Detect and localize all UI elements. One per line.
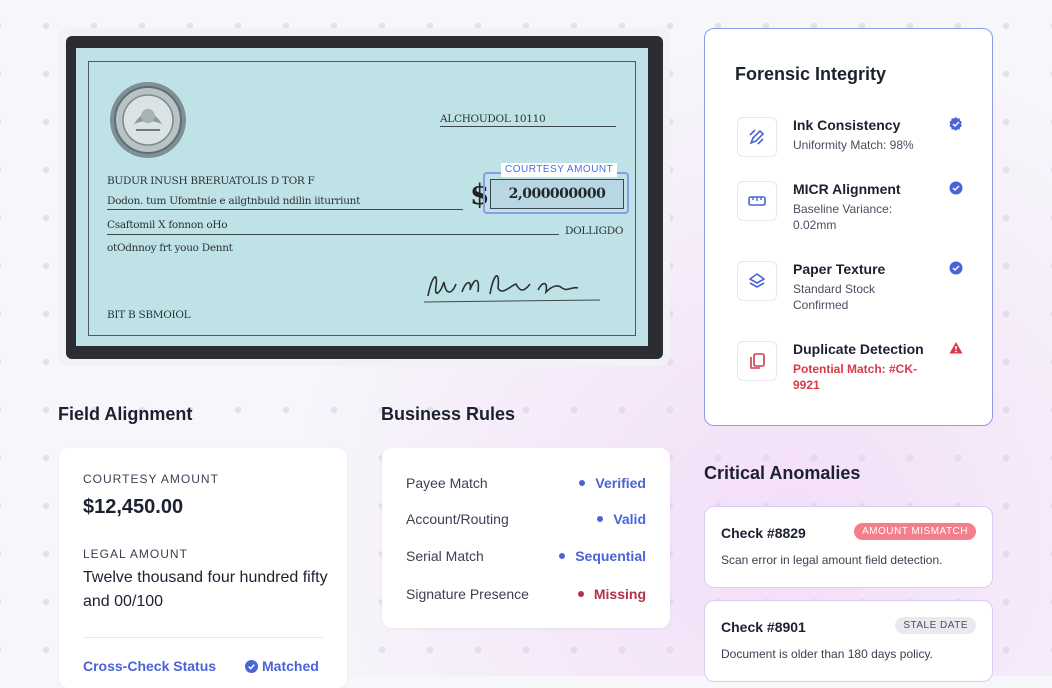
rule-status-text: Valid xyxy=(613,511,646,527)
rule-status-text: Sequential xyxy=(575,548,646,564)
rule-label: Payee Match xyxy=(406,475,488,491)
forensic-item-title: Ink Consistency xyxy=(793,117,901,133)
rule-row-payee-match: Payee Match Verified xyxy=(406,473,646,493)
forensic-item-title: Duplicate Detection xyxy=(793,341,924,357)
copy-icon xyxy=(737,341,777,381)
rule-status-text: Verified xyxy=(595,475,646,491)
forensic-item-subtitle: Baseline Variance: 0.02mm xyxy=(793,202,893,232)
field-alignment-title: Field Alignment xyxy=(58,404,193,424)
amount-mismatch-badge: AMOUNT MISMATCH xyxy=(853,523,976,540)
rule-row-signature-presence: Signature Presence Missing xyxy=(406,584,646,604)
courtesy-amount-tag: COURTESY AMOUNT xyxy=(501,163,618,177)
ruler-icon xyxy=(737,181,777,221)
rule-label: Account/Routing xyxy=(406,511,509,527)
signature-image xyxy=(423,275,601,303)
check-date-line xyxy=(440,126,616,127)
check-payer-line: BUDUR INUSH BRERUATOLIS D TOR F xyxy=(107,175,315,187)
rule-status: Sequential xyxy=(559,548,646,564)
legal-amount-value: Twelve thousand four hundred fifty and 0… xyxy=(83,569,328,610)
forensic-item-title: MICR Alignment xyxy=(793,181,901,197)
business-rules-card: Payee Match Verified Account/Routing Val… xyxy=(382,448,670,628)
verified-icon xyxy=(949,261,963,275)
check-circle-icon xyxy=(245,659,258,673)
legal-amount-label: LEGAL AMOUNT xyxy=(83,547,188,561)
courtesy-amount-value: $12,450.00 xyxy=(83,496,184,518)
forensic-integrity-title: Forensic Integrity xyxy=(735,64,887,84)
status-dot xyxy=(579,480,586,486)
anomaly-card-8829[interactable]: Check #8829 AMOUNT MISMATCH Scan error i… xyxy=(704,506,993,588)
warning-icon xyxy=(949,342,963,354)
check-date-field: ALCHOUDOL 10110 xyxy=(440,113,546,125)
forensic-item-subtitle: Potential Match: #CK-9921 xyxy=(793,362,918,392)
anomaly-description: Scan error in legal amount field detecti… xyxy=(721,553,943,567)
field-alignment-card: COURTESY AMOUNT $12,450.00 LEGAL AMOUNT … xyxy=(59,448,347,688)
seal-icon xyxy=(110,82,186,158)
check-memo: otOdnnoy frt youo Dennt xyxy=(107,242,233,254)
cross-check-status-link[interactable]: Cross-Check Status xyxy=(83,658,216,674)
courtesy-amount-label: COURTESY AMOUNT xyxy=(83,472,219,486)
rule-status-text: Missing xyxy=(593,586,646,602)
status-dot xyxy=(559,553,566,559)
rule-row-account-routing: Account/Routing Valid xyxy=(406,509,646,529)
verified-icon xyxy=(949,117,962,131)
status-dot xyxy=(577,591,584,597)
cross-check-status-value: Matched xyxy=(245,658,319,674)
check-bank-line: BIT B SBMOIOL xyxy=(107,309,191,321)
divider xyxy=(83,637,323,638)
rule-status: Valid xyxy=(597,511,646,527)
status-dot xyxy=(597,516,604,522)
forensic-item-subtitle: Standard Stock Confirmed xyxy=(793,282,876,312)
forensic-item-title: Paper Texture xyxy=(793,261,886,277)
business-rules-title: Business Rules xyxy=(381,404,516,424)
anomaly-description: Document is older than 180 days policy. xyxy=(721,647,933,661)
pen-icon xyxy=(737,117,777,157)
critical-anomalies-title: Critical Anomalies xyxy=(704,463,861,483)
anomaly-card-8901[interactable]: Check #8901 STALE DATE Document is older… xyxy=(704,600,993,682)
rule-label: Serial Match xyxy=(406,548,484,564)
anomaly-title: Check #8901 xyxy=(721,619,806,635)
check-payee-underline xyxy=(107,209,463,210)
check-amount-box: 2,000000000 xyxy=(490,179,624,209)
check-legal-underline xyxy=(107,234,559,235)
stale-date-badge: STALE DATE xyxy=(895,617,976,634)
forensic-integrity-card: Forensic Integrity Ink Consistency Unifo… xyxy=(704,28,993,426)
check-payee-line: Dodon. tum Ufomtnie e ailgtnbuld ndilin … xyxy=(107,195,361,207)
check-legal-amount: Csaftomil X fonnon oHo xyxy=(107,219,228,231)
check-dollars-label: DOLLIGDO xyxy=(565,225,624,237)
anomaly-title: Check #8829 xyxy=(721,525,806,541)
matched-label: Matched xyxy=(262,658,319,674)
rule-status: Verified xyxy=(579,475,646,491)
rule-status: Missing xyxy=(577,586,646,602)
forensic-item-subtitle: Uniformity Match: 98% xyxy=(793,138,914,152)
rule-row-serial-match: Serial Match Sequential xyxy=(406,546,646,566)
rule-label: Signature Presence xyxy=(406,586,529,602)
layers-icon xyxy=(737,261,777,301)
verified-icon xyxy=(949,181,963,195)
